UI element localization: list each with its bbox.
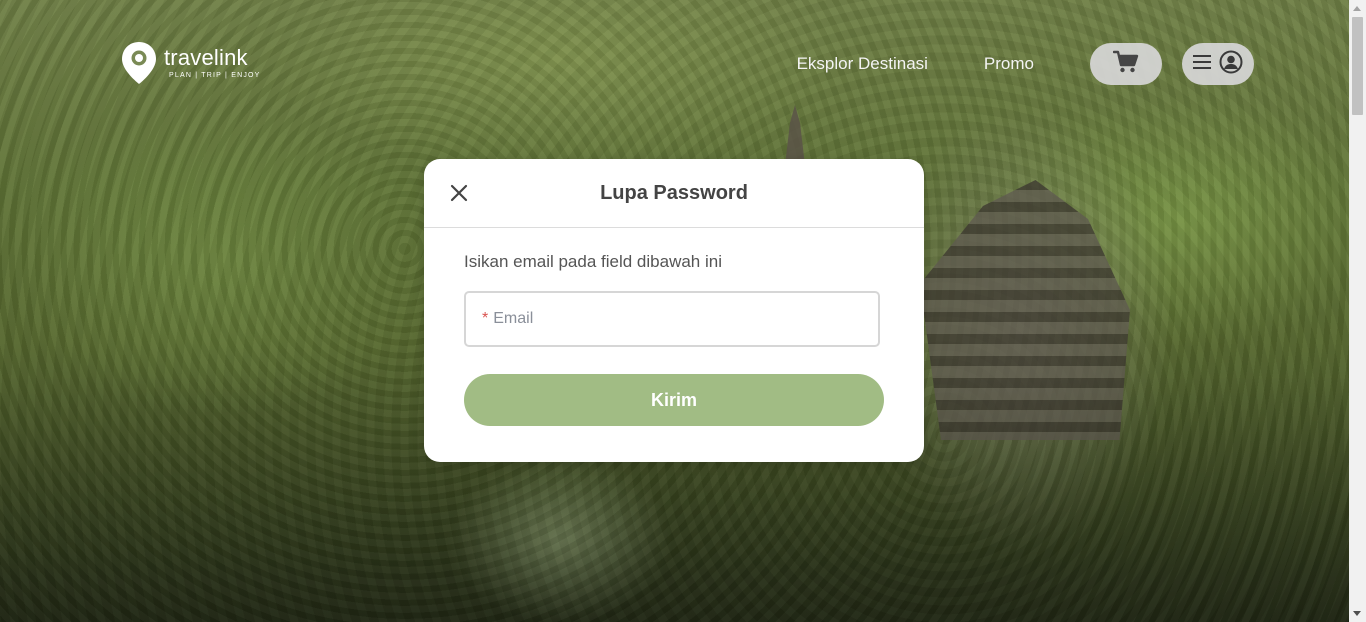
scroll-thumb[interactable] xyxy=(1352,17,1363,115)
brand-logo[interactable]: travelink PLAN | TRIP | ENJOY xyxy=(120,40,261,86)
modal-description: Isikan email pada field dibawah ini xyxy=(464,252,722,271)
stupa-scenery xyxy=(785,105,805,165)
brand-tagline: PLAN | TRIP | ENJOY xyxy=(169,72,261,79)
nav-link-promo[interactable]: Promo xyxy=(984,54,1034,74)
required-marker: * xyxy=(482,310,489,327)
location-pin-icon xyxy=(120,40,158,86)
modal-header: Lupa Password xyxy=(424,159,924,228)
scroll-up-arrow-icon[interactable] xyxy=(1353,6,1361,11)
modal-body: Isikan email pada field dibawah ini * Ki… xyxy=(424,228,924,426)
top-nav: Eksplor Destinasi Promo xyxy=(797,43,1254,85)
temple-scenery xyxy=(920,180,1130,440)
brand-name: travelink xyxy=(164,45,248,70)
hamburger-icon xyxy=(1193,54,1211,75)
account-menu-button[interactable] xyxy=(1182,43,1254,85)
page-scrollbar[interactable] xyxy=(1349,0,1366,622)
cart-button[interactable] xyxy=(1090,43,1162,85)
scroll-down-arrow-icon[interactable] xyxy=(1353,611,1361,616)
email-field[interactable]: * xyxy=(464,291,880,347)
modal-title: Lupa Password xyxy=(600,181,748,204)
submit-button[interactable]: Kirim xyxy=(464,374,884,426)
nav-link-eksplor-destinasi[interactable]: Eksplor Destinasi xyxy=(797,54,928,74)
email-input[interactable] xyxy=(493,310,878,328)
cart-icon xyxy=(1112,50,1139,79)
forgot-password-modal: Lupa Password Isikan email pada field di… xyxy=(424,159,924,462)
user-circle-icon xyxy=(1219,50,1243,79)
close-icon[interactable] xyxy=(450,184,468,202)
